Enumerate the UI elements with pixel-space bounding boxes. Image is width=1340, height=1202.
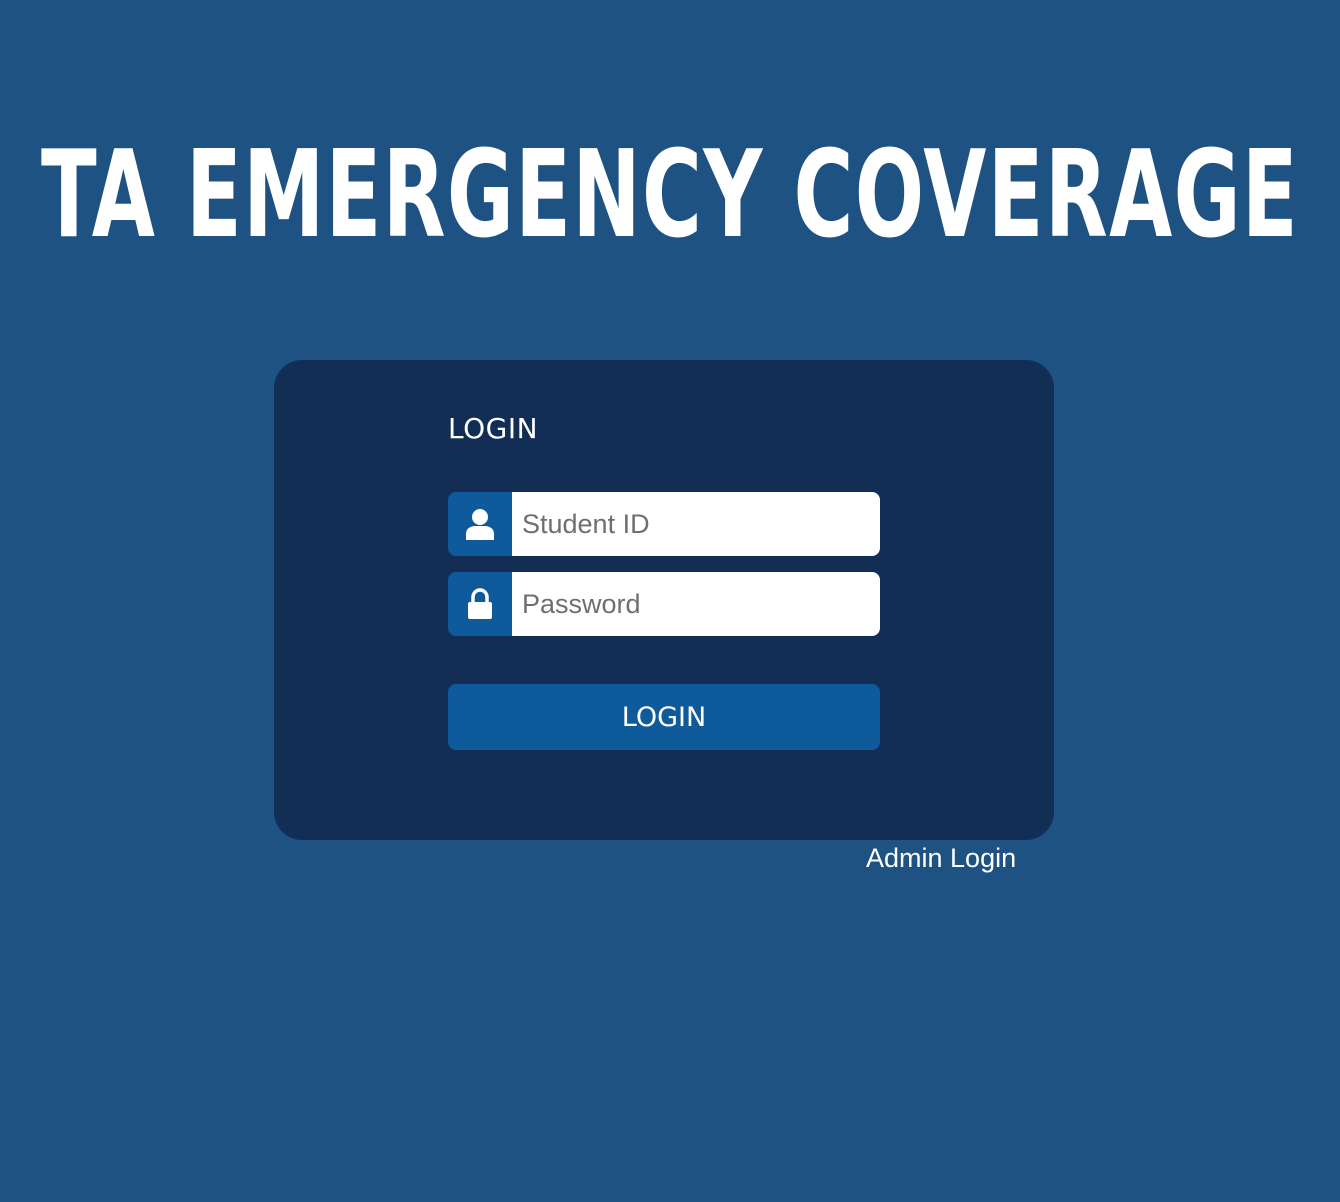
- page-title-text: TA EMERGENCY COVERAGE: [40, 125, 1300, 265]
- user-icon: [448, 492, 512, 556]
- page-title: TA EMERGENCY COVERAGE: [0, 120, 1340, 270]
- login-button[interactable]: LOGIN: [448, 684, 880, 750]
- login-card: LOGIN LOGIN: [274, 360, 1054, 840]
- login-heading: LOGIN: [448, 412, 539, 445]
- password-group: [448, 572, 880, 636]
- admin-login-link[interactable]: Admin Login: [866, 843, 1016, 874]
- student-id-input[interactable]: [512, 492, 880, 556]
- lock-icon: [448, 572, 512, 636]
- student-id-group: [448, 492, 880, 556]
- password-input[interactable]: [512, 572, 880, 636]
